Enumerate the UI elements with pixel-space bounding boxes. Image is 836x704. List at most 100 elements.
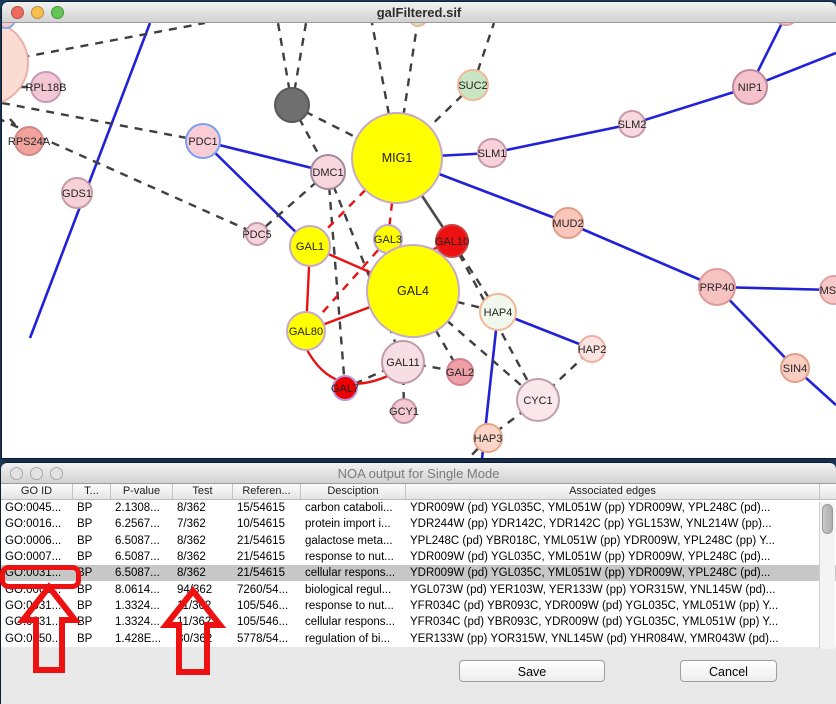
network-window: galFiltered.sif RPL18BRPS24AGDS1PDC1PDC5… bbox=[2, 2, 836, 458]
table-row[interactable]: GO:0031...BP6.5087...8/36221/54615cellul… bbox=[1, 565, 836, 581]
noa-output-window: NOA output for Single Mode GO IDT...P-va… bbox=[1, 463, 836, 704]
table-row[interactable]: GO:0045...BP2.1308...8/36215/54615carbon… bbox=[1, 500, 836, 516]
table-row[interactable]: GO:0016...BP6.2567...7/36210/54615protei… bbox=[1, 516, 836, 532]
graph-node-label-MSL1: MSL1 bbox=[820, 285, 836, 297]
vertical-scrollbar[interactable] bbox=[819, 502, 835, 649]
column-header-T...[interactable]: T... bbox=[73, 484, 111, 499]
table-cell: YDR009W (pd) YGL035C, YML051W (pp) YDR00… bbox=[406, 551, 820, 563]
graph-node-label-GCY1: GCY1 bbox=[389, 406, 419, 418]
graph-node-label-SLM2: SLM2 bbox=[618, 119, 647, 131]
table-row[interactable]: GO:0050...BP1.428E...80/3625778/54...reg… bbox=[1, 630, 836, 646]
table-cell: cellular respons... bbox=[301, 616, 406, 628]
table-cell: regulation of bi... bbox=[301, 633, 406, 645]
graph-node-label-SIN4: SIN4 bbox=[783, 363, 807, 375]
table-cell: YER133W (pp) YOR315W, YNL145W (pd) YHR08… bbox=[406, 633, 820, 645]
column-header-GO ID[interactable]: GO ID bbox=[1, 484, 73, 499]
table-row[interactable]: GO:0031...BP1.3324...11/362105/546...res… bbox=[1, 598, 836, 614]
graph-node-label-GAL80: GAL80 bbox=[289, 326, 323, 338]
graph-node-label-HAP2: HAP2 bbox=[578, 344, 607, 356]
scrollbar-thumb[interactable] bbox=[822, 504, 833, 534]
network-canvas[interactable]: RPL18BRPS24AGDS1PDC1PDC5DMC1MIG1SUC2SLM1… bbox=[2, 23, 836, 458]
network-window-titlebar[interactable]: galFiltered.sif bbox=[2, 2, 836, 23]
graph-edge[interactable] bbox=[568, 223, 717, 287]
column-header-P-value[interactable]: P-value bbox=[111, 484, 173, 499]
table-header-row: GO IDT...P-valueTestReferen...Desciption… bbox=[1, 484, 836, 500]
graph-node-gray-node[interactable] bbox=[275, 88, 309, 122]
table-cell: 5778/54... bbox=[233, 633, 301, 645]
table-cell: 1.3324... bbox=[111, 616, 173, 628]
column-header-Associated edges[interactable]: Associated edges bbox=[406, 484, 820, 499]
graph-edge[interactable] bbox=[328, 172, 345, 388]
graph-edge[interactable] bbox=[632, 87, 750, 124]
table-cell: YGL073W (pd) YER103W, YER133W (pp) YOR31… bbox=[406, 584, 820, 596]
table-cell: BP bbox=[73, 616, 111, 628]
table-cell: BP bbox=[73, 584, 111, 596]
graph-node-label-GDS1: GDS1 bbox=[62, 188, 92, 200]
table-cell: GO:0050... bbox=[1, 633, 73, 645]
table-cell: response to nut... bbox=[301, 551, 406, 563]
table-row[interactable]: GO:0065...BP8.0614...94/3627260/54...bio… bbox=[1, 581, 836, 597]
table-cell: BP bbox=[73, 535, 111, 547]
graph-edge[interactable] bbox=[492, 124, 632, 153]
table-cell: response to nut... bbox=[301, 600, 406, 612]
table-cell: 21/54615 bbox=[233, 567, 301, 579]
column-header-Desciption[interactable]: Desciption bbox=[301, 484, 406, 499]
minimize-button[interactable] bbox=[31, 6, 44, 19]
network-window-title: galFiltered.sif bbox=[377, 5, 462, 20]
graph-node-big-left[interactable] bbox=[2, 23, 28, 105]
save-button[interactable]: Save bbox=[459, 660, 605, 682]
close-button[interactable] bbox=[11, 6, 24, 19]
graph-node-corner-tl[interactable] bbox=[2, 23, 15, 28]
graph-node-pink-tr[interactable] bbox=[774, 23, 798, 25]
close-button[interactable] bbox=[10, 467, 23, 480]
table-cell: BP bbox=[73, 518, 111, 530]
noa-window-title: NOA output for Single Mode bbox=[338, 466, 500, 481]
graph-edge[interactable] bbox=[2, 23, 205, 63]
graph-edge[interactable] bbox=[203, 141, 328, 172]
graph-node-label-GAL2: GAL2 bbox=[446, 367, 474, 379]
table-cell: biological regul... bbox=[301, 584, 406, 596]
graph-node-label-HAP3: HAP3 bbox=[474, 433, 503, 445]
table-cell: GO:0006... bbox=[1, 535, 73, 547]
table-cell: BP bbox=[73, 502, 111, 514]
table-row[interactable]: GO:0007...BP6.5087...8/36221/54615respon… bbox=[1, 549, 836, 565]
table-row[interactable]: GO:0006...BP6.5087...8/36221/54615galact… bbox=[1, 533, 836, 549]
table-cell: GO:0016... bbox=[1, 518, 73, 530]
graph-node-label-RPL18B: RPL18B bbox=[26, 82, 67, 94]
graph-node-label-PRP40: PRP40 bbox=[700, 282, 735, 294]
column-header-scroll-pad[interactable] bbox=[820, 484, 836, 499]
table-cell: GO:0031... bbox=[1, 600, 73, 612]
cancel-button[interactable]: Cancel bbox=[680, 660, 777, 682]
table-cell: BP bbox=[73, 633, 111, 645]
table-cell: 6.5087... bbox=[111, 535, 173, 547]
graph-node-label-CYC1: CYC1 bbox=[523, 395, 552, 407]
network-graph: RPL18BRPS24AGDS1PDC1PDC5DMC1MIG1SUC2SLM1… bbox=[2, 23, 836, 458]
table-cell: protein import i... bbox=[301, 518, 406, 530]
noa-window-titlebar[interactable]: NOA output for Single Mode bbox=[1, 463, 836, 484]
graph-node-label-SLM1: SLM1 bbox=[478, 148, 507, 160]
zoom-button[interactable] bbox=[51, 6, 64, 19]
graph-node-label-PDC5: PDC5 bbox=[242, 229, 271, 241]
table-cell: GO:0031... bbox=[1, 616, 73, 628]
table-cell: cellular respons... bbox=[301, 567, 406, 579]
graph-node-label-GAL4: GAL4 bbox=[397, 284, 429, 298]
table-row[interactable]: GO:0031...BP1.3324...11/362105/546...cel… bbox=[1, 614, 836, 630]
minimize-button[interactable] bbox=[30, 467, 43, 480]
zoom-button[interactable] bbox=[50, 467, 63, 480]
graph-node-green-top[interactable] bbox=[409, 23, 427, 26]
graph-edge[interactable] bbox=[30, 23, 150, 338]
table-cell: BP bbox=[73, 600, 111, 612]
column-header-Test[interactable]: Test bbox=[173, 484, 233, 499]
graph-node-label-GAL11: GAL11 bbox=[386, 357, 419, 369]
table-cell: 8/362 bbox=[173, 502, 233, 514]
table-cell: GO:0031... bbox=[1, 567, 73, 579]
column-header-Referen...[interactable]: Referen... bbox=[233, 484, 301, 499]
table-cell: 1.3324... bbox=[111, 600, 173, 612]
table-cell: carbon cataboli... bbox=[301, 502, 406, 514]
table-cell: 11/362 bbox=[173, 616, 233, 628]
table-cell: 80/362 bbox=[173, 633, 233, 645]
graph-node-label-MIG1: MIG1 bbox=[382, 151, 413, 165]
graph-node-label-DMC1: DMC1 bbox=[312, 167, 343, 179]
table-cell: 8/362 bbox=[173, 535, 233, 547]
graph-node-label-HAP4: HAP4 bbox=[484, 307, 513, 319]
